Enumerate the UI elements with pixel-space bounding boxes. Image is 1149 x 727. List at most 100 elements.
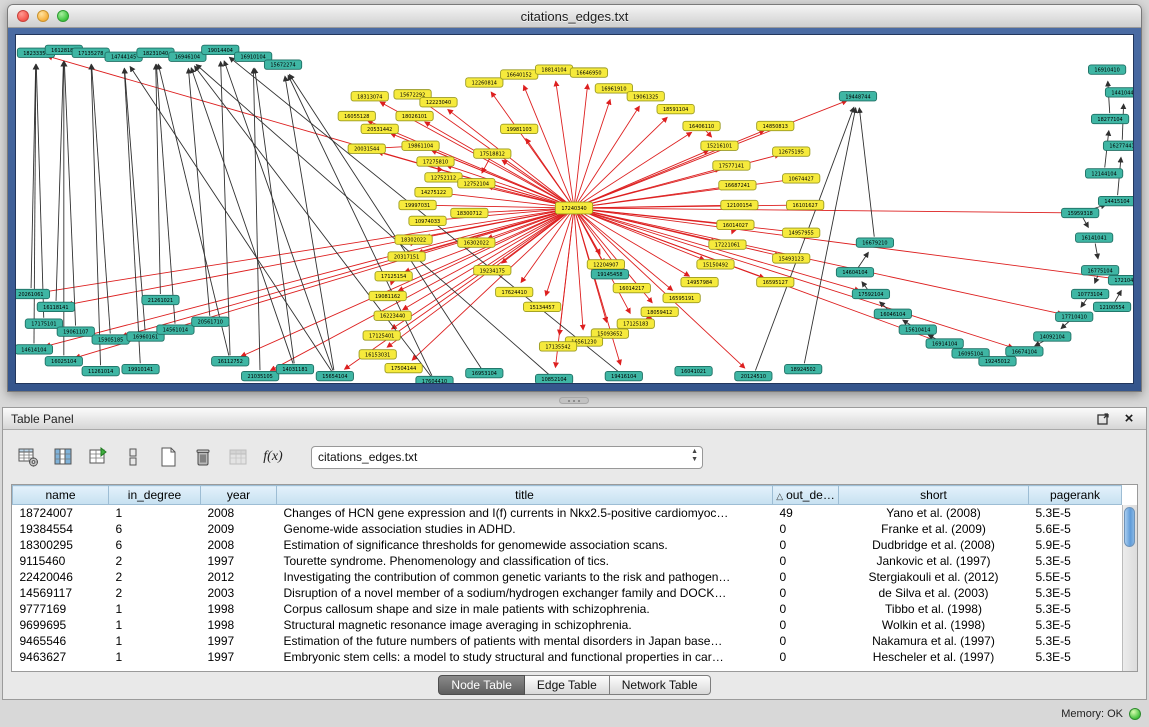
window-titlebar[interactable]: citations_edges.txt (8, 5, 1141, 28)
column-header-short[interactable]: short (839, 486, 1029, 505)
graph-node[interactable]: 18026101 (396, 111, 433, 120)
table-cell[interactable]: 5.9E-5 (1029, 537, 1122, 553)
table-row[interactable]: 911546021997Tourette syndrome. Phenomeno… (13, 553, 1122, 569)
graph-node[interactable]: 14957955 (783, 228, 820, 237)
table-cell[interactable]: 2003 (201, 585, 277, 601)
graph-node[interactable]: 17577141 (713, 161, 750, 170)
graph-node[interactable]: 15134457 (523, 302, 560, 311)
table-cell[interactable]: 2008 (201, 537, 277, 553)
graph-node[interactable]: 12223040 (420, 98, 457, 107)
graph-node[interactable]: 14561014 (157, 325, 194, 334)
table-cell[interactable]: Changes of HCN gene expression and I(f) … (277, 505, 773, 521)
table-row[interactable]: 1938455462009Genome-wide association stu… (13, 521, 1122, 537)
delete-icon[interactable] (190, 444, 216, 470)
table-cell[interactable]: 2009 (201, 521, 277, 537)
graph-node[interactable]: 18059412 (641, 307, 678, 316)
graph-node[interactable]: 18814104 (535, 65, 572, 74)
graph-node[interactable]: 16775104 (1081, 266, 1118, 275)
table-cell[interactable]: 2 (109, 569, 201, 585)
graph-node[interactable]: 19245012 (979, 357, 1016, 366)
table-cell[interactable]: Dudbridge et al. (2008) (839, 537, 1029, 553)
table-cell[interactable]: Estimation of significance thresholds fo… (277, 537, 773, 553)
graph-node[interactable]: 15654104 (316, 371, 353, 380)
tab-edge-table[interactable]: Edge Table (525, 675, 610, 695)
graph-node[interactable]: 19910141 (122, 364, 159, 373)
table-cell[interactable]: 1 (109, 649, 201, 665)
graph-node[interactable]: 14614104 (16, 345, 53, 354)
graph-node[interactable]: 15672274 (264, 60, 301, 69)
table-cell[interactable]: 14569117 (13, 585, 109, 601)
table-row[interactable]: 1830029562008Estimation of significance … (13, 537, 1122, 553)
graph-node[interactable]: 16302022 (458, 238, 495, 247)
table-cell[interactable]: Yano et al. (2008) (839, 505, 1029, 521)
column-header-in_degree[interactable]: in_degree (109, 486, 201, 505)
graph-node[interactable]: 16014217 (613, 283, 650, 292)
graph-node[interactable]: 17221061 (709, 240, 746, 249)
graph-node[interactable]: 19234175 (474, 266, 511, 275)
graph-node[interactable]: 12260814 (466, 78, 503, 87)
graph-node[interactable]: 18302022 (395, 235, 432, 244)
graph-node[interactable]: 18313074 (351, 92, 388, 101)
graph-node[interactable]: 16153031 (359, 350, 396, 359)
graph-node[interactable]: 10674427 (783, 174, 820, 183)
graph-node[interactable]: 17175101 (25, 319, 62, 328)
table-cell[interactable]: 0 (773, 585, 839, 601)
graph-node[interactable]: 16055128 (338, 111, 375, 120)
float-panel-icon[interactable] (1094, 411, 1112, 427)
graph-node[interactable]: 16101627 (787, 200, 824, 209)
graph-node[interactable]: 15610414 (899, 325, 936, 334)
graph-node[interactable]: 16277441 (1103, 141, 1133, 150)
table-row[interactable]: 2242004622012Investigating the contribut… (13, 569, 1122, 585)
table-cell[interactable]: 0 (773, 553, 839, 569)
graph-node[interactable]: 10974033 (409, 216, 446, 225)
table-cell[interactable]: 0 (773, 521, 839, 537)
table-cell[interactable]: 1998 (201, 601, 277, 617)
table-cell[interactable]: 9463627 (13, 649, 109, 665)
graph-node[interactable]: 19145458 (591, 270, 628, 279)
graph-node[interactable]: 14604104 (836, 268, 873, 277)
tab-network-table[interactable]: Network Table (610, 675, 711, 695)
table-cell[interactable]: Estimation of the future numbers of pati… (277, 633, 773, 649)
graph-node[interactable]: 16946104 (169, 52, 206, 61)
graph-node[interactable]: 17210441 (1108, 275, 1133, 284)
graph-node[interactable]: 16112752 (212, 357, 249, 366)
table-cell[interactable]: Embryonic stem cells: a model to study s… (277, 649, 773, 665)
table-cell[interactable]: 2 (109, 585, 201, 601)
graph-node[interactable]: 17504144 (385, 363, 422, 372)
table-cell[interactable]: 1 (109, 617, 201, 633)
graph-node[interactable]: 10773104 (1072, 289, 1109, 298)
graph-node[interactable]: 21261021 (142, 295, 179, 304)
table-cell[interactable]: 0 (773, 633, 839, 649)
graph-node[interactable]: 20124510 (735, 371, 772, 380)
column-header-title[interactable]: title (277, 486, 773, 505)
graph-node[interactable]: 17125154 (375, 272, 412, 281)
graph-node[interactable]: 19997031 (399, 200, 436, 209)
table-cell[interactable]: Disruption of a novel member of a sodium… (277, 585, 773, 601)
table-cell[interactable]: Franke et al. (2009) (839, 521, 1029, 537)
graph-node[interactable]: 16640152 (501, 70, 538, 79)
graph-node[interactable]: 15216101 (701, 141, 738, 150)
table-cell[interactable]: 5.3E-5 (1029, 601, 1122, 617)
table-cell[interactable]: 1 (109, 601, 201, 617)
table-cell[interactable]: 1 (109, 633, 201, 649)
table-cell[interactable]: 5.3E-5 (1029, 553, 1122, 569)
graph-node[interactable]: 19081162 (369, 291, 406, 300)
graph-node[interactable]: 17275810 (417, 157, 454, 166)
graph-node[interactable]: 20261061 (16, 289, 50, 298)
table-cell[interactable]: 2 (109, 553, 201, 569)
table-cell[interactable]: 5.5E-5 (1029, 569, 1122, 585)
table-cell[interactable]: 1997 (201, 649, 277, 665)
table-cell[interactable]: 0 (773, 569, 839, 585)
table-cell[interactable]: 5.3E-5 (1029, 649, 1122, 665)
graph-node[interactable]: 17604410 (416, 376, 453, 383)
graph-node[interactable]: 12100154 (721, 200, 758, 209)
graph-node[interactable]: 14410441 (1105, 88, 1133, 97)
table-cell[interactable]: 1997 (201, 633, 277, 649)
graph-node[interactable]: 12752112 (425, 173, 462, 182)
graph-node[interactable]: 18924502 (785, 364, 822, 373)
column-header-out_de[interactable]: △out_de… (773, 486, 839, 505)
graph-node[interactable]: 16674104 (1006, 347, 1043, 356)
table-cell[interactable]: 2008 (201, 505, 277, 521)
create-column-icon[interactable] (85, 444, 111, 470)
graph-node[interactable]: 14275122 (415, 187, 452, 196)
